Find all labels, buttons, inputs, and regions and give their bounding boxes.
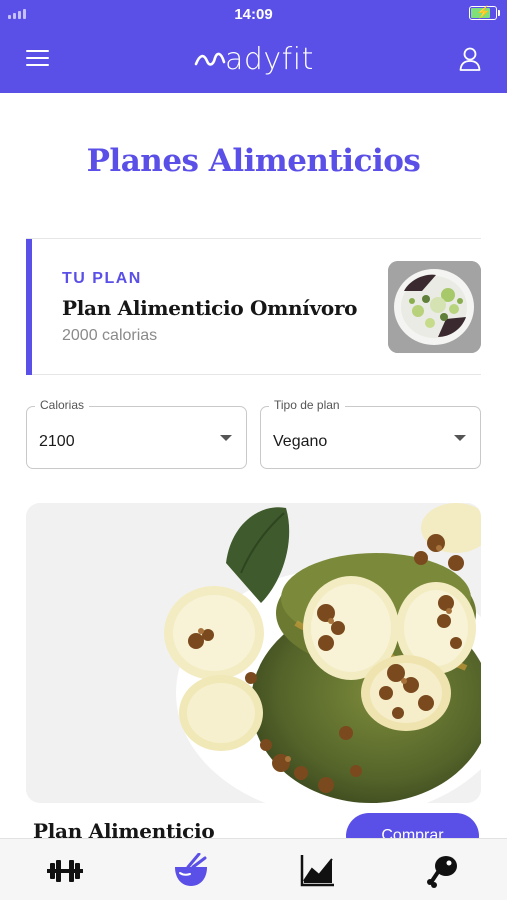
plan-calories: 2000 calorias (62, 327, 158, 344)
chevron-down-icon (454, 435, 466, 441)
nav-meals-bowl-icon[interactable] (171, 852, 211, 889)
hamburger-menu-icon[interactable] (26, 50, 49, 67)
plan-name: Plan Alimenticio Omnívoro (62, 296, 358, 320)
nav-nutrition-drumstick-icon[interactable] (424, 853, 464, 889)
plan-type-select[interactable]: Tipo de plan Vegano (260, 398, 481, 469)
nav-progress-chart-icon[interactable] (298, 853, 338, 889)
bottom-nav (0, 838, 507, 900)
calories-select-value: 2100 (39, 433, 75, 450)
plan-type-select-value: Vegano (273, 433, 328, 450)
user-icon[interactable] (459, 47, 481, 71)
drumstick-icon (427, 856, 457, 888)
plan-food-image[interactable] (26, 503, 481, 803)
madyfit-logo: adyfit (194, 41, 314, 77)
bowl-icon (175, 852, 207, 886)
status-time: 14:09 (234, 6, 273, 23)
plan-card-accent (26, 239, 32, 375)
logo-text: adyfit (225, 41, 314, 77)
calories-select[interactable]: Calorias 2100 (26, 398, 247, 469)
chevron-down-icon (220, 435, 232, 441)
chart-icon (300, 855, 334, 887)
current-plan-card[interactable]: TU PLAN Plan Alimenticio Omnívoro 2000 c… (26, 238, 481, 375)
page-title: Planes Alimenticios (86, 143, 421, 179)
calories-select-label: Calorias (35, 398, 90, 412)
app-header: 14:09 ⚡ adyfit (0, 0, 507, 93)
plan-tag: TU PLAN (62, 270, 142, 287)
logo-wave-icon (194, 52, 226, 66)
dumbbell-icon (47, 860, 83, 882)
nav-workouts-dumbbell-icon[interactable] (45, 853, 85, 889)
status-bar: 14:09 ⚡ (0, 0, 507, 26)
plan-thumbnail-image (388, 261, 481, 353)
plan-type-select-label: Tipo de plan (269, 398, 345, 412)
battery-icon: ⚡ (469, 5, 500, 20)
